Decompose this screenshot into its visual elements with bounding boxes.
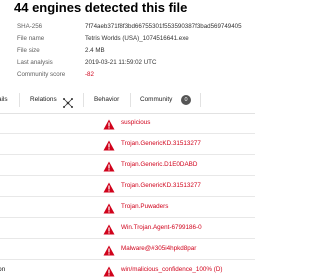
detection-row: Trojan.Puwaders — [0, 197, 255, 218]
tab-divider — [19, 93, 20, 107]
community-score-row: Community score -82 — [0, 69, 255, 81]
warning-icon — [103, 138, 115, 151]
warning-icon — [103, 159, 115, 172]
file-name-value: Tetris Worlds (USA)_1074516641.exe — [85, 35, 189, 42]
warning-icon — [103, 201, 115, 214]
sha256-row: SHA-256 7f74aeb371f8f3bd66755301f5535903… — [0, 21, 255, 33]
engine-name: on — [0, 266, 6, 273]
tab-community[interactable]: Community — [140, 87, 172, 113]
community-score-label: Community score — [17, 71, 66, 78]
report-tabs: ails Relations Behavior Community 0 — [0, 87, 255, 114]
tab-details[interactable]: ails — [0, 87, 8, 113]
detection-result: Malware@#305i4hpkd8par — [121, 245, 197, 252]
warning-icon — [103, 180, 115, 193]
last-analysis-label: Last analysis — [17, 59, 53, 66]
detection-row: Trojan.GenericKD.31513277 — [0, 134, 255, 155]
sha256-value[interactable]: 7f74aeb371f8f3bd66755301f553590387f3bad5… — [85, 21, 255, 33]
last-analysis-row: Last analysis 2019-03-21 11:59:02 UTC — [0, 57, 255, 69]
file-name-label: File name — [17, 35, 45, 42]
file-size-label: File size — [17, 47, 40, 54]
detection-result: Trojan.GenericKD.31513277 — [121, 140, 201, 147]
community-score-value: -82 — [85, 71, 94, 78]
graph-icon[interactable] — [63, 95, 73, 108]
warning-icon — [103, 264, 115, 277]
community-count-badge: 0 — [181, 95, 191, 105]
tab-divider — [83, 93, 84, 107]
warning-icon — [103, 222, 115, 235]
last-analysis-value: 2019-03-21 11:59:02 UTC — [85, 59, 157, 66]
detection-result: win/malicious_confidence_100% (D) — [121, 266, 223, 273]
tab-behavior[interactable]: Behavior — [94, 87, 119, 113]
detection-row: on win/malicious_confidence_100% (D) — [0, 260, 255, 280]
detection-result: Win.Trojan.Agent-6799186-0 — [121, 224, 202, 231]
detection-row: Trojan.GenericKD.31513277 — [0, 176, 255, 197]
file-size-value: 2.4 MB — [85, 47, 105, 54]
detection-result: Trojan.Generic.D1E0DABD — [121, 161, 198, 168]
sha256-label: SHA-256 — [17, 23, 43, 30]
detection-row: Trojan.Generic.D1E0DABD — [0, 155, 255, 176]
detection-result: Trojan.GenericKD.31513277 — [121, 182, 201, 189]
detection-row: suspicious — [0, 113, 255, 134]
file-report-page: 44 engines detected this file SHA-256 7f… — [0, 0, 255, 280]
detection-result: Trojan.Puwaders — [121, 203, 169, 210]
detection-row: Win.Trojan.Agent-6799186-0 — [0, 218, 255, 239]
detection-result: suspicious — [121, 119, 151, 126]
file-name-row: File name Tetris Worlds (USA)_1074516641… — [0, 33, 255, 45]
file-size-row: File size 2.4 MB — [0, 45, 255, 57]
warning-icon — [103, 117, 115, 130]
warning-icon — [103, 243, 115, 256]
tab-divider — [200, 93, 201, 107]
tab-relations[interactable]: Relations — [30, 87, 57, 113]
detection-row: Malware@#305i4hpkd8par — [0, 239, 255, 260]
detections-title: 44 engines detected this file — [14, 0, 188, 15]
tab-divider — [130, 93, 131, 107]
